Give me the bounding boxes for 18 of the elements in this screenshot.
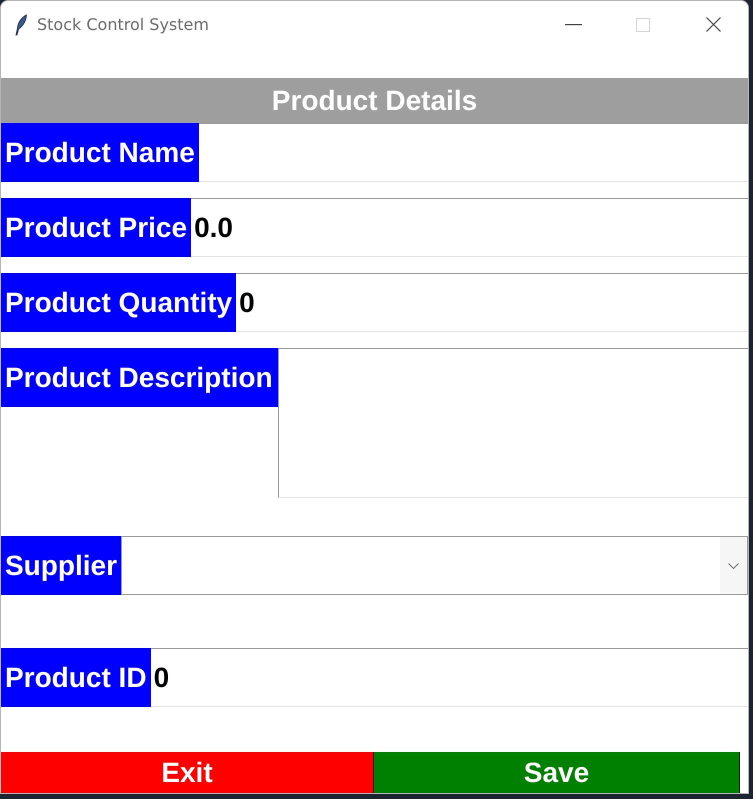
supplier-dropdown[interactable] — [121, 536, 748, 595]
field-label: Product Price — [1, 198, 192, 257]
text-field[interactable]: 0 — [236, 273, 748, 332]
field-label: Product Description — [1, 348, 278, 407]
text-field[interactable]: 0.0 — [191, 198, 748, 257]
text-field[interactable] — [198, 123, 748, 182]
chevron-down-icon — [728, 562, 739, 568]
description-text-area[interactable] — [278, 348, 748, 498]
field-label: Supplier — [1, 536, 122, 595]
feather-icon — [14, 14, 28, 36]
window-title: Stock Control System — [37, 15, 209, 34]
text-field[interactable]: 0 — [150, 648, 748, 707]
field-label: Product Quantity — [1, 273, 236, 332]
exit-button[interactable]: Exit — [1, 752, 373, 793]
field-label: Product Name — [1, 123, 199, 182]
save-button[interactable]: Save — [373, 752, 740, 793]
field-label: Product ID — [1, 648, 151, 707]
section-header: Product Details — [1, 78, 748, 123]
